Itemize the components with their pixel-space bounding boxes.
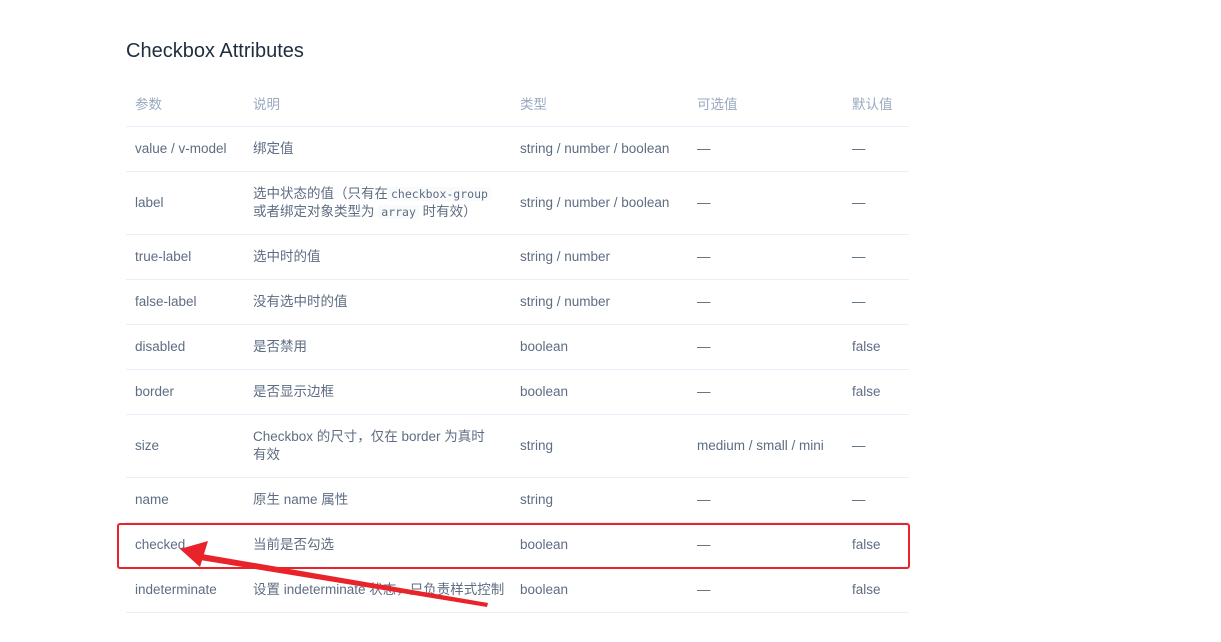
cell-options: — xyxy=(688,126,843,172)
cell-options: — xyxy=(688,567,843,613)
header-param: 参数 xyxy=(126,81,244,127)
cell-type: boolean xyxy=(511,324,688,370)
cell-type: boolean xyxy=(511,567,688,613)
cell-type: boolean xyxy=(511,522,688,568)
cell-param: value / v-model xyxy=(126,126,244,172)
cell-type: string / number / boolean xyxy=(511,171,688,235)
cell-options: — xyxy=(688,234,843,280)
cell-description: 是否禁用 xyxy=(244,324,511,370)
cell-default: false xyxy=(843,324,909,370)
section-title: Checkbox Attributes xyxy=(126,40,304,62)
description-text: 选中状态的值（只有在 xyxy=(253,185,388,201)
cell-description: 选中状态的值（只有在 checkbox-group 或者绑定对象类型为 array… xyxy=(244,171,511,235)
cell-description: 绑定值 xyxy=(244,126,511,172)
cell-type: string / number / boolean xyxy=(511,126,688,172)
cell-default: false xyxy=(843,522,909,568)
cell-param: border xyxy=(126,369,244,415)
cell-default: — xyxy=(843,279,909,325)
table-row: indeterminate 设置 indeterminate 状态，只负责样式控… xyxy=(126,567,909,613)
cell-options: — xyxy=(688,477,843,523)
header-description: 说明 xyxy=(244,81,511,127)
header-options: 可选值 xyxy=(688,81,843,127)
cell-type: string / number xyxy=(511,234,688,280)
cell-options: — xyxy=(688,369,843,415)
cell-param: label xyxy=(126,171,244,235)
cell-param: name xyxy=(126,477,244,523)
inline-code: checkbox-group xyxy=(388,186,491,201)
cell-param: true-label xyxy=(126,234,244,280)
page: Checkbox Attributes 参数 说明 类型 可选值 默认值 val… xyxy=(0,0,1221,642)
cell-description: 是否显示边框 xyxy=(244,369,511,415)
cell-type: boolean xyxy=(511,369,688,415)
cell-param: size xyxy=(126,414,244,478)
cell-options: — xyxy=(688,171,843,235)
cell-default: — xyxy=(843,126,909,172)
cell-param: checked xyxy=(126,522,244,568)
table-row: border 是否显示边框 boolean — false xyxy=(126,369,909,415)
cell-options: — xyxy=(688,522,843,568)
table-row: label 选中状态的值（只有在 checkbox-group 或者绑定对象类型为… xyxy=(126,171,909,235)
cell-options: medium / small / mini xyxy=(688,414,843,478)
table-row: true-label 选中时的值 string / number — — xyxy=(126,234,909,280)
table-row-checked: checked 当前是否勾选 boolean — false xyxy=(126,522,909,568)
cell-type: string xyxy=(511,477,688,523)
cell-description: Checkbox 的尺寸，仅在 border 为真时有效 xyxy=(244,414,511,478)
cell-param: disabled xyxy=(126,324,244,370)
header-default: 默认值 xyxy=(843,81,909,127)
table-row: size Checkbox 的尺寸，仅在 border 为真时有效 string… xyxy=(126,414,909,478)
cell-default: — xyxy=(843,477,909,523)
cell-description: 没有选中时的值 xyxy=(244,279,511,325)
cell-type: string xyxy=(511,414,688,478)
cell-type: string / number xyxy=(511,279,688,325)
cell-default: — xyxy=(843,414,909,478)
cell-default: false xyxy=(843,369,909,415)
cell-description: 原生 name 属性 xyxy=(244,477,511,523)
cell-description: 设置 indeterminate 状态，只负责样式控制 xyxy=(244,567,511,613)
description-text: 时有效） xyxy=(422,203,477,219)
description-text: 或者绑定对象类型为 xyxy=(253,203,375,219)
cell-description: 当前是否勾选 xyxy=(244,522,511,568)
table-header-row: 参数 说明 类型 可选值 默认值 xyxy=(126,81,909,127)
cell-default: false xyxy=(843,567,909,613)
cell-options: — xyxy=(688,279,843,325)
table-row: value / v-model 绑定值 string / number / bo… xyxy=(126,126,909,172)
inline-code: array xyxy=(378,204,419,219)
attributes-table: 参数 说明 类型 可选值 默认值 value / v-model 绑定值 str… xyxy=(126,81,909,613)
table-row: disabled 是否禁用 boolean — false xyxy=(126,324,909,370)
cell-options: — xyxy=(688,324,843,370)
cell-description: 选中时的值 xyxy=(244,234,511,280)
cell-default: — xyxy=(843,234,909,280)
cell-param: indeterminate xyxy=(126,567,244,613)
table-row: false-label 没有选中时的值 string / number — — xyxy=(126,279,909,325)
cell-default: — xyxy=(843,171,909,235)
cell-param: false-label xyxy=(126,279,244,325)
header-type: 类型 xyxy=(511,81,688,127)
table-row: name 原生 name 属性 string — — xyxy=(126,477,909,523)
